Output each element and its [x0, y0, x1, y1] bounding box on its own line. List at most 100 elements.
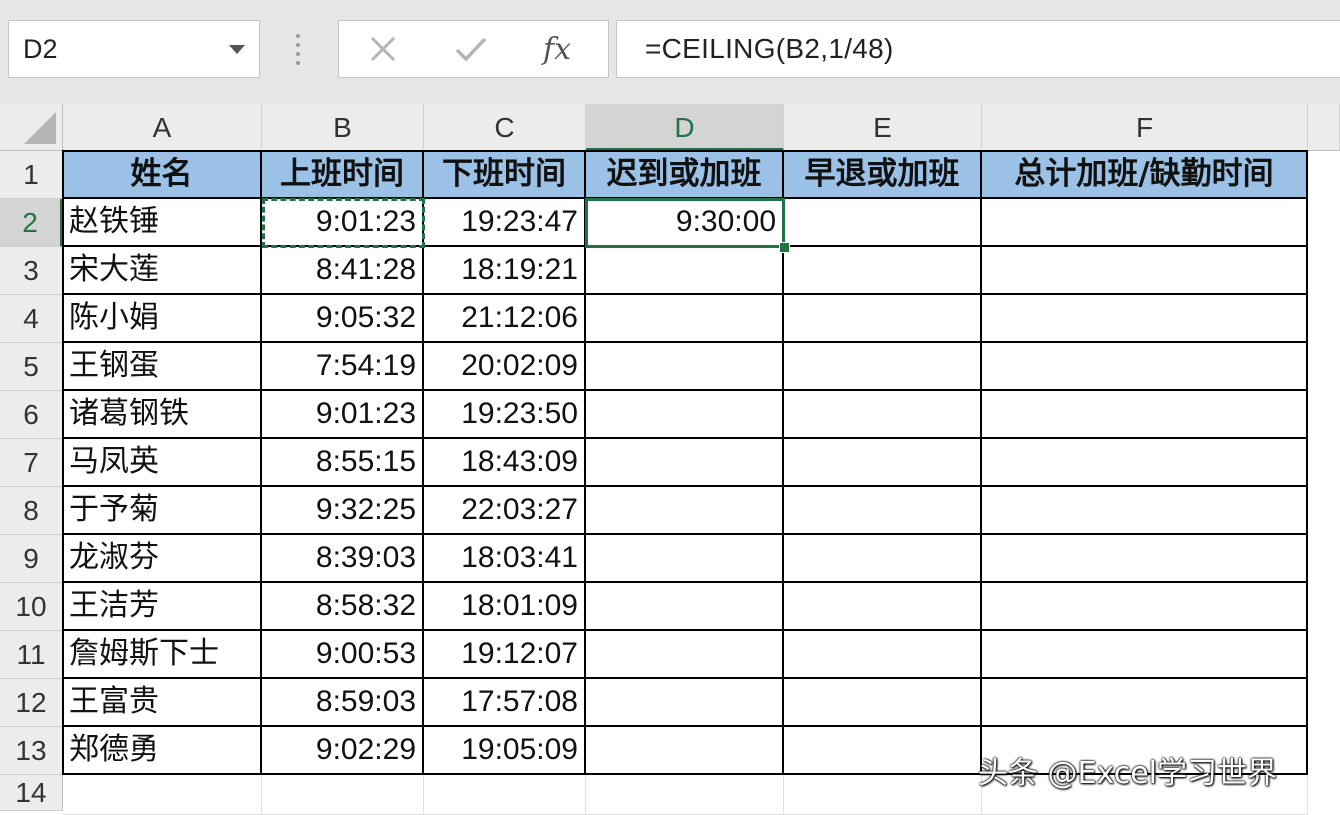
- clock-in-cell[interactable]: 9:01:23: [262, 199, 424, 247]
- late-or-overtime-cell[interactable]: [586, 487, 784, 535]
- cancel-button[interactable]: [361, 29, 405, 69]
- column-header-e[interactable]: E: [784, 104, 982, 151]
- total-overtime-cell[interactable]: [982, 439, 1308, 487]
- clock-out-cell[interactable]: 17:57:08: [424, 679, 586, 727]
- empty-cell[interactable]: [586, 775, 784, 815]
- enter-button[interactable]: [449, 29, 493, 69]
- late-or-overtime-cell[interactable]: [586, 391, 784, 439]
- name-cell[interactable]: 陈小娟: [63, 295, 262, 343]
- clock-out-cell[interactable]: 19:05:09: [424, 727, 586, 775]
- late-or-overtime-cell[interactable]: [586, 727, 784, 775]
- row-header-11[interactable]: 11: [0, 631, 63, 679]
- clock-in-cell[interactable]: 9:01:23: [262, 391, 424, 439]
- row-header-4[interactable]: 4: [0, 295, 63, 343]
- table-header-cell[interactable]: 姓名: [63, 151, 262, 199]
- clock-out-cell[interactable]: 22:03:27: [424, 487, 586, 535]
- late-or-overtime-cell[interactable]: [586, 535, 784, 583]
- select-all-button[interactable]: [0, 104, 63, 151]
- name-cell[interactable]: 龙淑芬: [63, 535, 262, 583]
- row-header-6[interactable]: 6: [0, 391, 63, 439]
- early-or-overtime-cell[interactable]: [784, 439, 982, 487]
- clock-in-cell[interactable]: 8:58:32: [262, 583, 424, 631]
- total-overtime-cell[interactable]: [982, 535, 1308, 583]
- late-or-overtime-cell[interactable]: [586, 583, 784, 631]
- empty-cell[interactable]: [784, 775, 982, 815]
- clock-out-cell[interactable]: 21:12:06: [424, 295, 586, 343]
- early-or-overtime-cell[interactable]: [784, 295, 982, 343]
- total-overtime-cell[interactable]: [982, 631, 1308, 679]
- total-overtime-cell[interactable]: [982, 295, 1308, 343]
- name-cell[interactable]: 王富贵: [63, 679, 262, 727]
- empty-cell[interactable]: [262, 775, 424, 815]
- column-header-d[interactable]: D: [586, 104, 784, 151]
- total-overtime-cell[interactable]: [982, 679, 1308, 727]
- column-header-f[interactable]: F: [982, 104, 1308, 151]
- clock-in-cell[interactable]: 9:00:53: [262, 631, 424, 679]
- row-header-1[interactable]: 1: [0, 151, 63, 199]
- row-header-7[interactable]: 7: [0, 439, 63, 487]
- clock-out-cell[interactable]: 20:02:09: [424, 343, 586, 391]
- clock-out-cell[interactable]: 18:19:21: [424, 247, 586, 295]
- table-header-cell[interactable]: 迟到或加班: [586, 151, 784, 199]
- name-cell[interactable]: 诸葛钢铁: [63, 391, 262, 439]
- empty-cell[interactable]: [63, 775, 262, 815]
- early-or-overtime-cell[interactable]: [784, 727, 982, 775]
- early-or-overtime-cell[interactable]: [784, 631, 982, 679]
- clock-out-cell[interactable]: 19:23:47: [424, 199, 586, 247]
- clock-out-cell[interactable]: 18:03:41: [424, 535, 586, 583]
- chevron-down-icon[interactable]: [229, 45, 245, 54]
- clock-in-cell[interactable]: 9:32:25: [262, 487, 424, 535]
- row-header-13[interactable]: 13: [0, 727, 63, 775]
- name-cell[interactable]: 王钢蛋: [63, 343, 262, 391]
- empty-cell[interactable]: [424, 775, 586, 815]
- insert-function-button[interactable]: fx: [535, 29, 579, 69]
- name-cell[interactable]: 詹姆斯下士: [63, 631, 262, 679]
- table-header-cell[interactable]: 上班时间: [262, 151, 424, 199]
- row-header-3[interactable]: 3: [0, 247, 63, 295]
- clock-in-cell[interactable]: 9:05:32: [262, 295, 424, 343]
- name-box[interactable]: D2: [8, 20, 260, 78]
- column-header-a[interactable]: A: [63, 104, 262, 151]
- clock-out-cell[interactable]: 19:12:07: [424, 631, 586, 679]
- clock-in-cell[interactable]: 7:54:19: [262, 343, 424, 391]
- row-header-9[interactable]: 9: [0, 535, 63, 583]
- total-overtime-cell[interactable]: [982, 199, 1308, 247]
- total-overtime-cell[interactable]: [982, 247, 1308, 295]
- total-overtime-cell[interactable]: [982, 343, 1308, 391]
- late-or-overtime-cell[interactable]: 9:30:00: [586, 199, 784, 247]
- name-cell[interactable]: 赵铁锤: [63, 199, 262, 247]
- late-or-overtime-cell[interactable]: [586, 631, 784, 679]
- row-header-2[interactable]: 2: [0, 199, 63, 247]
- clock-in-cell[interactable]: 8:55:15: [262, 439, 424, 487]
- fill-handle[interactable]: [779, 242, 790, 253]
- row-header-10[interactable]: 10: [0, 583, 63, 631]
- table-header-cell[interactable]: 下班时间: [424, 151, 586, 199]
- row-header-5[interactable]: 5: [0, 343, 63, 391]
- total-overtime-cell[interactable]: [982, 487, 1308, 535]
- clock-out-cell[interactable]: 18:01:09: [424, 583, 586, 631]
- late-or-overtime-cell[interactable]: [586, 439, 784, 487]
- clock-in-cell[interactable]: 9:02:29: [262, 727, 424, 775]
- early-or-overtime-cell[interactable]: [784, 583, 982, 631]
- clock-in-cell[interactable]: 8:39:03: [262, 535, 424, 583]
- late-or-overtime-cell[interactable]: [586, 247, 784, 295]
- clock-in-cell[interactable]: 8:59:03: [262, 679, 424, 727]
- table-header-cell[interactable]: 早退或加班: [784, 151, 982, 199]
- column-header-c[interactable]: C: [424, 104, 586, 151]
- late-or-overtime-cell[interactable]: [586, 295, 784, 343]
- drag-handle-icon[interactable]: [294, 34, 302, 65]
- early-or-overtime-cell[interactable]: [784, 343, 982, 391]
- name-cell[interactable]: 马凤英: [63, 439, 262, 487]
- early-or-overtime-cell[interactable]: [784, 679, 982, 727]
- early-or-overtime-cell[interactable]: [784, 391, 982, 439]
- clock-out-cell[interactable]: 18:43:09: [424, 439, 586, 487]
- row-header-12[interactable]: 12: [0, 679, 63, 727]
- table-header-cell[interactable]: 总计加班/缺勤时间: [982, 151, 1308, 199]
- name-cell[interactable]: 王洁芳: [63, 583, 262, 631]
- column-header-b[interactable]: B: [262, 104, 424, 151]
- formula-input[interactable]: =CEILING(B2,1/48): [616, 20, 1340, 78]
- name-cell[interactable]: 郑德勇: [63, 727, 262, 775]
- name-cell[interactable]: 于予菊: [63, 487, 262, 535]
- late-or-overtime-cell[interactable]: [586, 679, 784, 727]
- early-or-overtime-cell[interactable]: [784, 247, 982, 295]
